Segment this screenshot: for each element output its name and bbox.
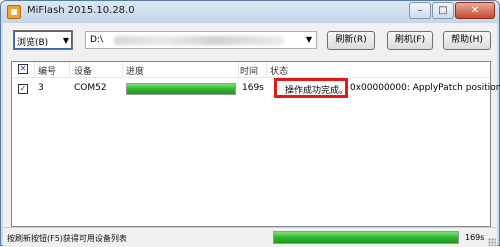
help-button[interactable]: 帮助(H) [443,31,491,50]
flash-button[interactable]: 刷机(F) [387,31,433,50]
column-header-status[interactable]: 状态 [270,64,288,77]
column-header-id[interactable]: 编号 [38,64,56,77]
close-button[interactable]: ✕ [455,2,495,19]
device-id: 3 [38,83,44,93]
client-area: 浏览(B) ▼ D:\ ▼ 刷新(R) 刷机(F) 帮助(H) ✕ 编号 设备 … [3,23,500,247]
status-detail: 0x00000000: ApplyPatch position [350,83,500,93]
resize-grip-icon[interactable] [488,238,496,246]
overall-progress-bar [273,231,459,244]
maximize-button[interactable]: □ [432,2,454,19]
window-controls: – □ ✕ [409,2,495,20]
column-divider [34,62,35,78]
column-divider [266,62,267,78]
elapsed-time: 169s [242,83,264,93]
device-list[interactable]: ✕ 编号 设备 进度 时间 状态 ✓ 3 COM52 169s 操作成功完成。 … [11,61,500,227]
chevron-down-icon: ▼ [62,36,69,45]
column-divider [122,62,123,78]
device-progress-fill [127,84,235,94]
app-window: MiFlash 2015.10.28.0 – □ ✕ 浏览(B) ▼ D:\ ▼… [0,0,500,247]
status-text: 操作成功完成。 [285,86,349,96]
device-port: COM52 [74,83,107,93]
device-progress-bar [126,83,236,95]
column-header-device[interactable]: 设备 [74,64,92,77]
browse-combo-label: 浏览(B) [17,38,49,48]
rom-path-combo[interactable]: D:\ ▼ [85,31,317,49]
overall-progress-fill [274,232,458,243]
status-bar: 按刷新按钮(F5)获得可用设备列表 169s [3,227,497,247]
refresh-button[interactable]: 刷新(R) [327,31,375,50]
overall-time: 169s [465,233,485,242]
browse-combo[interactable]: 浏览(B) ▼ [13,30,73,50]
table-row[interactable]: ✓ 3 COM52 169s 操作成功完成。 0x00000000: Apply… [12,78,500,99]
chevron-down-icon: ▼ [305,35,312,44]
column-divider [238,62,239,78]
column-header-time[interactable]: 时间 [240,64,258,77]
select-all-checkbox[interactable]: ✕ [18,64,28,74]
minimize-button[interactable]: – [409,2,431,19]
status-message: 按刷新按钮(F5)获得可用设备列表 [7,234,127,243]
column-header-progress[interactable]: 进度 [126,64,144,77]
redacted-path [114,36,284,45]
status-highlight-box: 操作成功完成。 [274,78,348,98]
window-title: MiFlash 2015.10.28.0 [27,5,135,16]
column-divider [69,62,70,78]
row-checkbox[interactable]: ✓ [18,84,28,94]
title-bar[interactable]: MiFlash 2015.10.28.0 – □ ✕ [1,1,499,23]
rom-path-prefix: D:\ [90,35,103,45]
miflash-app-icon [7,5,21,19]
list-header: ✕ 编号 设备 进度 时间 状态 [12,62,490,78]
